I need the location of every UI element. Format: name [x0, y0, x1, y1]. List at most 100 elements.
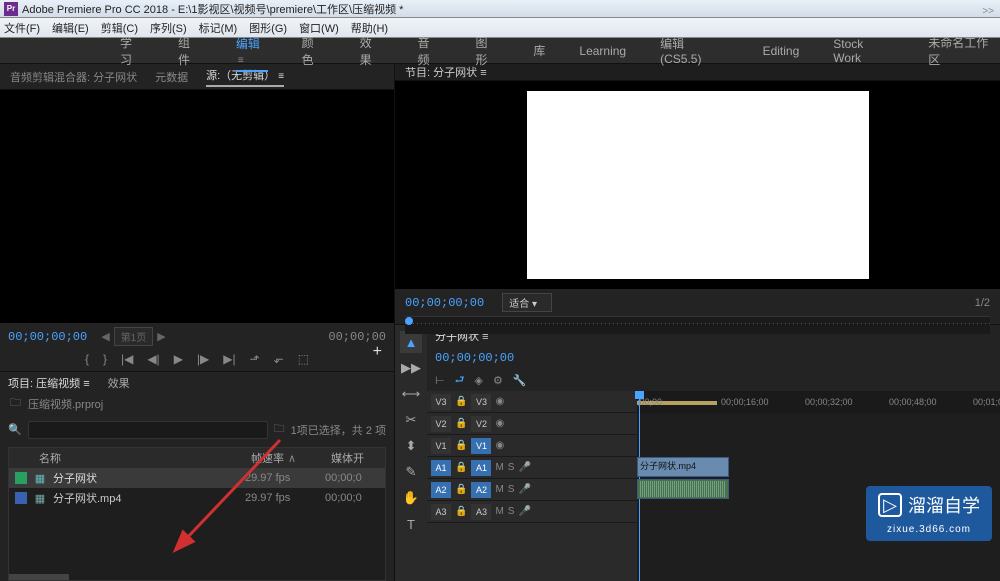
- project-item[interactable]: ▦ 分子网状 29.97 fps 00;00;0: [9, 468, 385, 488]
- mic-icon[interactable]: 🎤: [518, 484, 530, 495]
- goto-in-icon[interactable]: |◀: [121, 352, 133, 366]
- target-V2[interactable]: V2: [471, 416, 491, 432]
- overwrite-icon[interactable]: ⬐: [274, 352, 284, 366]
- lock-icon[interactable]: 🔒: [455, 418, 467, 429]
- mark-out-icon[interactable]: }: [103, 352, 107, 366]
- panel-overflow-icon[interactable]: >>: [982, 6, 994, 17]
- col-fps[interactable]: 帧速率∧: [245, 450, 325, 466]
- source-timecode-left[interactable]: 00;00;00;00: [8, 330, 87, 344]
- src-patch-A1[interactable]: A1: [431, 460, 451, 476]
- timeline-timecode[interactable]: 00;00;00;00: [435, 351, 514, 365]
- mark-in-icon[interactable]: {: [85, 352, 89, 366]
- audio-clip[interactable]: [637, 479, 729, 499]
- goto-out-icon[interactable]: ▶|: [223, 352, 235, 366]
- eye-icon[interactable]: ◉: [495, 418, 504, 429]
- program-playhead[interactable]: [405, 317, 413, 325]
- target-A2[interactable]: A2: [471, 482, 491, 498]
- settings-icon[interactable]: ⚙: [493, 374, 503, 387]
- ws-editing-en[interactable]: Editing: [763, 44, 800, 58]
- ws-color[interactable]: 颜色: [302, 34, 326, 68]
- program-timecode[interactable]: 00;00;00;00: [405, 296, 484, 310]
- ws-edit-cs55[interactable]: 编辑 (CS5.5): [660, 35, 728, 66]
- mic-icon[interactable]: 🎤: [518, 462, 530, 473]
- lock-icon[interactable]: 🔒: [455, 484, 467, 495]
- menu-graphics[interactable]: 图形(G): [249, 20, 287, 36]
- program-canvas[interactable]: [527, 91, 869, 279]
- resolution-fraction[interactable]: 1/2: [975, 297, 990, 309]
- src-patch-V1[interactable]: V1: [431, 438, 451, 454]
- tool-hand[interactable]: ✋: [400, 487, 422, 509]
- tab-audio-mixer[interactable]: 音频剪辑混合器: 分子网状: [10, 69, 137, 85]
- tool-track-select[interactable]: ▶▶: [400, 357, 422, 379]
- snap-icon[interactable]: ⊢: [435, 374, 445, 387]
- col-start[interactable]: 媒体开: [325, 450, 385, 466]
- tab-metadata[interactable]: 元数据: [155, 69, 188, 85]
- col-name[interactable]: 名称: [33, 450, 245, 466]
- search-icon[interactable]: 🔍: [8, 423, 22, 436]
- export-frame-icon[interactable]: ⬚: [298, 352, 309, 366]
- target-A3[interactable]: A3: [471, 504, 491, 520]
- solo-btn[interactable]: S: [508, 462, 515, 473]
- menu-file[interactable]: 文件(F): [4, 20, 40, 36]
- src-patch-A3[interactable]: A3: [431, 504, 451, 520]
- ws-library[interactable]: 库: [533, 42, 545, 59]
- play-icon[interactable]: ▶: [174, 352, 183, 366]
- lock-icon[interactable]: 🔒: [455, 396, 467, 407]
- ws-stock[interactable]: Stock Work: [833, 37, 894, 65]
- mic-icon[interactable]: 🎤: [518, 506, 530, 517]
- solo-btn[interactable]: S: [508, 484, 515, 495]
- tool-ripple[interactable]: ⟷: [400, 383, 422, 405]
- wrench-icon[interactable]: 🔧: [513, 374, 527, 387]
- link-icon[interactable]: ⮐: [455, 371, 465, 390]
- tool-razor[interactable]: ✂: [400, 409, 422, 431]
- tab-project[interactable]: 项目: 压缩视频 ≡: [8, 375, 90, 391]
- target-V1[interactable]: V1: [471, 438, 491, 454]
- new-bin-icon[interactable]: 🗀: [274, 420, 285, 439]
- lock-icon[interactable]: 🔒: [455, 440, 467, 451]
- tool-slip[interactable]: ⬍: [400, 435, 422, 457]
- tool-pen[interactable]: ✎: [400, 461, 422, 483]
- mute-btn[interactable]: M: [495, 506, 503, 517]
- src-patch-V2[interactable]: V2: [431, 416, 451, 432]
- ws-edit[interactable]: 编辑≡: [236, 35, 268, 66]
- menu-edit[interactable]: 编辑(E): [52, 20, 89, 36]
- marker-icon[interactable]: ◈: [475, 374, 483, 387]
- ws-assembly[interactable]: 组件: [178, 34, 202, 68]
- ws-untitled[interactable]: 未命名工作区: [928, 34, 1000, 68]
- page-label[interactable]: 第1页: [114, 327, 154, 346]
- add-button[interactable]: +: [373, 343, 382, 361]
- eye-icon[interactable]: ◉: [495, 396, 504, 407]
- src-patch-V3[interactable]: V3: [431, 394, 451, 410]
- step-back-icon[interactable]: ◀|: [147, 352, 159, 366]
- mute-btn[interactable]: M: [495, 462, 503, 473]
- tool-type[interactable]: T: [400, 513, 422, 535]
- tab-effects[interactable]: 效果: [108, 375, 130, 391]
- lock-icon[interactable]: 🔒: [455, 506, 467, 517]
- page-prev-icon[interactable]: ◀: [101, 330, 109, 343]
- program-ruler[interactable]: [405, 316, 990, 334]
- tool-selection[interactable]: ▲: [400, 331, 422, 353]
- ws-learning-en[interactable]: Learning: [579, 44, 626, 58]
- ws-audio[interactable]: 音频: [418, 34, 442, 68]
- project-item[interactable]: ▦ 分子网状.mp4 29.97 fps 00;00;0: [9, 488, 385, 508]
- solo-btn[interactable]: S: [508, 506, 515, 517]
- label-swatch[interactable]: [15, 492, 27, 504]
- ws-graphics[interactable]: 图形: [475, 34, 499, 68]
- ws-effects[interactable]: 效果: [360, 34, 384, 68]
- lock-icon[interactable]: 🔒: [455, 462, 467, 473]
- video-clip[interactable]: 分子网状.mp4: [637, 457, 729, 477]
- mute-btn[interactable]: M: [495, 484, 503, 495]
- ws-learn[interactable]: 学习: [120, 34, 144, 68]
- ws-menu-icon[interactable]: ≡: [238, 55, 244, 66]
- zoom-select[interactable]: 适合 ▾: [502, 293, 552, 312]
- target-A1[interactable]: A1: [471, 460, 491, 476]
- search-input[interactable]: [28, 421, 268, 439]
- menu-marker[interactable]: 标记(M): [199, 20, 238, 36]
- eye-icon[interactable]: ◉: [495, 440, 504, 451]
- timeline-ruler[interactable]: ;00;0000;00;16;0000;00;32;0000;00;48;000…: [637, 391, 1000, 413]
- target-V3[interactable]: V3: [471, 394, 491, 410]
- scrollbar-thumb[interactable]: [9, 574, 69, 580]
- page-next-icon[interactable]: ▶: [157, 330, 165, 343]
- step-fwd-icon[interactable]: |▶: [197, 352, 209, 366]
- label-swatch[interactable]: [15, 472, 27, 484]
